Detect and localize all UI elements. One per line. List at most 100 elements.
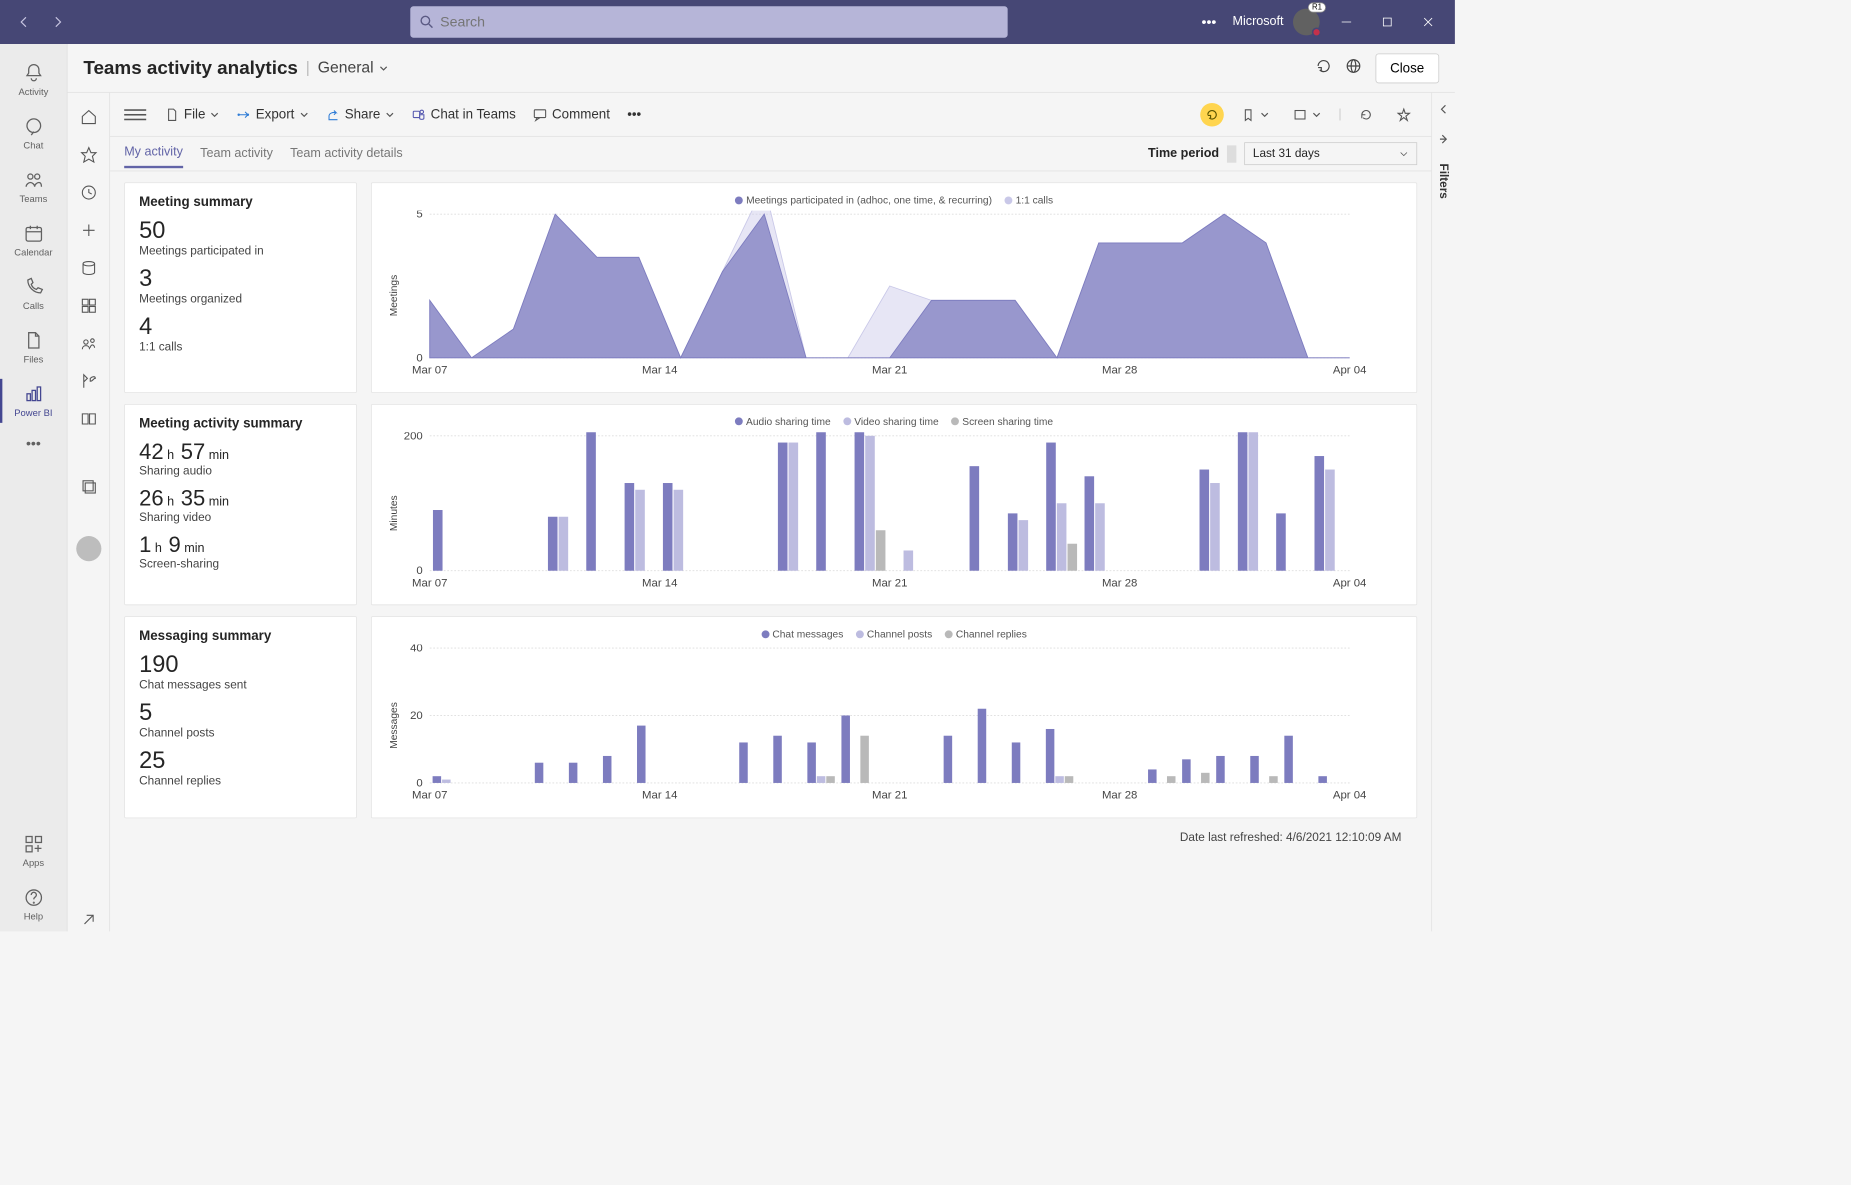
favorite-button[interactable]: [1390, 103, 1417, 127]
search-box[interactable]: [410, 6, 1007, 37]
svg-text:Apr 04: Apr 04: [1333, 577, 1367, 589]
forward-button[interactable]: [42, 7, 72, 37]
teams-icon: [412, 107, 426, 121]
refresh-button[interactable]: [1353, 103, 1380, 127]
svg-text:0: 0: [416, 778, 422, 790]
svg-text:Mar 21: Mar 21: [872, 577, 907, 589]
window-close-button[interactable]: [1408, 5, 1449, 40]
chevron-down-icon: [299, 107, 308, 121]
reset-button[interactable]: [1200, 103, 1224, 127]
nav-popout[interactable]: [77, 908, 101, 932]
tab-team-activity[interactable]: Team activity: [200, 140, 273, 167]
rail-activity[interactable]: Activity: [0, 53, 67, 106]
bookmark-icon: [1241, 107, 1255, 121]
rail-powerbi[interactable]: Power BI: [0, 374, 67, 427]
view-icon: [1293, 107, 1307, 121]
comment-button[interactable]: Comment: [527, 102, 616, 127]
tab-my-activity[interactable]: My activity: [124, 139, 183, 168]
chevron-down-icon: [1399, 149, 1408, 158]
avatar-badge: R1: [1308, 2, 1326, 12]
chart-meetings: Meetings participated in (adhoc, one tim…: [371, 182, 1417, 392]
svg-text:200: 200: [404, 432, 423, 442]
close-tab-button[interactable]: Close: [1375, 53, 1439, 83]
card-messaging-summary: Messaging summary 190Chat messages sent …: [124, 617, 357, 819]
rail-help[interactable]: Help: [0, 878, 67, 931]
nav-datasets[interactable]: [77, 256, 101, 280]
view-menu[interactable]: [1287, 103, 1328, 127]
filters-label: Filters: [1437, 163, 1450, 198]
nav-shared[interactable]: [77, 332, 101, 356]
share-menu[interactable]: Share: [320, 102, 401, 127]
svg-text:40: 40: [410, 645, 423, 655]
more-options-button[interactable]: •••: [1192, 5, 1227, 40]
refresh-icon: [1359, 107, 1373, 121]
time-period-dropdown[interactable]: Last 31 days: [1244, 142, 1417, 165]
svg-text:Apr 04: Apr 04: [1333, 365, 1367, 377]
window-minimize-button[interactable]: [1326, 5, 1367, 40]
svg-text:Mar 14: Mar 14: [642, 790, 677, 802]
workspace-avatar[interactable]: [76, 536, 101, 561]
chevron-down-icon: [1312, 107, 1321, 121]
channel-dropdown[interactable]: General: [318, 59, 390, 77]
chart-messages: Chat messagesChannel postsChannel replie…: [371, 617, 1417, 819]
export-icon: [237, 107, 251, 121]
toolbar-more[interactable]: •••: [621, 102, 648, 127]
file-menu[interactable]: File: [159, 102, 226, 127]
tab-team-activity-details[interactable]: Team activity details: [290, 140, 403, 167]
reload-tab-button[interactable]: [1315, 58, 1331, 78]
website-button[interactable]: [1345, 58, 1361, 78]
page-title: Teams activity analytics: [83, 57, 298, 79]
svg-text:5: 5: [416, 211, 422, 221]
export-menu[interactable]: Export: [231, 102, 315, 127]
card-meeting-activity-summary: Meeting activity summary 42 h 57 min Sha…: [124, 404, 357, 606]
chart-minutes: Audio sharing timeVideo sharing timeScre…: [371, 404, 1417, 606]
presence-indicator: [1312, 28, 1321, 37]
nav-workspaces[interactable]: [77, 475, 101, 499]
nav-apps[interactable]: [77, 294, 101, 318]
svg-text:Apr 04: Apr 04: [1333, 790, 1367, 802]
star-icon: [1397, 107, 1411, 121]
app-rail: Activity Chat Teams Calendar Calls Files…: [0, 44, 68, 931]
search-icon: [420, 15, 434, 29]
hamburger-button[interactable]: [124, 103, 146, 125]
rail-calls[interactable]: Calls: [0, 267, 67, 320]
svg-text:Mar 21: Mar 21: [872, 365, 907, 377]
chevron-down-icon: [385, 107, 394, 121]
nav-home[interactable]: [77, 105, 101, 129]
rail-calendar[interactable]: Calendar: [0, 214, 67, 267]
window-maximize-button[interactable]: [1367, 5, 1408, 40]
rail-apps[interactable]: Apps: [0, 825, 67, 878]
page-nav-rail: [68, 93, 110, 932]
time-period-label: Time period: [1148, 147, 1219, 161]
rail-chat[interactable]: Chat: [0, 107, 67, 160]
svg-text:0: 0: [416, 352, 422, 364]
nav-favorites[interactable]: [77, 143, 101, 167]
svg-text:Mar 14: Mar 14: [642, 577, 677, 589]
filters-arrow-icon: [1437, 133, 1450, 150]
bookmark-menu[interactable]: [1235, 103, 1276, 127]
svg-text:Mar 07: Mar 07: [412, 365, 447, 377]
nav-recent[interactable]: [77, 181, 101, 205]
svg-text:20: 20: [410, 710, 423, 722]
search-input[interactable]: [440, 14, 622, 31]
last-refreshed-label: Date last refreshed: 4/6/2021 12:10:09 A…: [124, 829, 1417, 844]
nav-create[interactable]: [77, 219, 101, 243]
nav-goals[interactable]: [77, 369, 101, 393]
title-bar: ••• Microsoft R1: [0, 0, 1455, 44]
filters-expand-button[interactable]: [1438, 104, 1449, 119]
svg-text:Mar 28: Mar 28: [1102, 365, 1137, 377]
svg-text:Mar 28: Mar 28: [1102, 577, 1137, 589]
report-canvas: Meeting summary 50 Meetings participated…: [110, 171, 1431, 931]
tab-header: Teams activity analytics | General Close: [68, 44, 1455, 93]
chevron-down-icon: [378, 62, 389, 73]
share-icon: [326, 107, 340, 121]
filters-pane: Filters: [1431, 93, 1455, 932]
back-button[interactable]: [9, 7, 39, 37]
nav-learn[interactable]: [77, 407, 101, 431]
rail-teams[interactable]: Teams: [0, 160, 67, 213]
svg-text:Mar 14: Mar 14: [642, 365, 677, 377]
chat-in-teams-button[interactable]: Chat in Teams: [406, 102, 523, 127]
avatar[interactable]: R1: [1293, 9, 1320, 36]
rail-files[interactable]: Files: [0, 321, 67, 374]
rail-more[interactable]: •••: [0, 428, 67, 459]
